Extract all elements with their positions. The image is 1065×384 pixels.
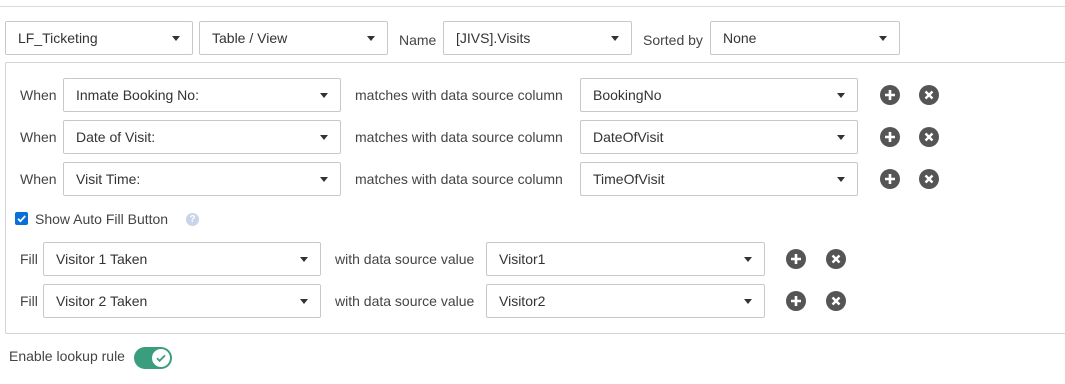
x-circle-icon bbox=[924, 132, 934, 142]
add-condition-button[interactable] bbox=[880, 127, 900, 147]
condition-field-value: Inmate Booking No: bbox=[76, 87, 199, 103]
condition-field-value: Date of Visit: bbox=[76, 129, 156, 145]
condition-column-select[interactable]: TimeOfVisit bbox=[580, 162, 858, 196]
checkmark-icon bbox=[156, 354, 166, 363]
question-circle-icon[interactable]: ? bbox=[186, 213, 199, 226]
x-circle-icon bbox=[924, 90, 934, 100]
chevron-down-icon bbox=[300, 299, 308, 304]
remove-fill-button[interactable] bbox=[826, 249, 846, 269]
condition-matches-label: matches with data source column bbox=[355, 171, 563, 187]
enable-lookup-rule-label: Enable lookup rule bbox=[9, 348, 125, 364]
condition-when-label: When bbox=[20, 129, 57, 145]
fill-label: Fill bbox=[20, 293, 38, 309]
top-divider bbox=[0, 6, 1065, 7]
sorted-by-select-value: None bbox=[723, 30, 757, 46]
remove-condition-button[interactable] bbox=[919, 127, 939, 147]
plus-circle-icon bbox=[885, 132, 895, 142]
name-label: Name bbox=[399, 32, 437, 48]
sorted-by-select[interactable]: None bbox=[710, 21, 900, 55]
checkmark-icon bbox=[17, 215, 26, 223]
plus-circle-icon bbox=[791, 254, 801, 264]
fill-field-value: Visitor 2 Taken bbox=[56, 293, 148, 309]
chevron-down-icon bbox=[320, 93, 328, 98]
add-condition-button[interactable] bbox=[880, 169, 900, 189]
repository-select[interactable]: LF_Ticketing bbox=[5, 21, 193, 55]
sorted-by-label: Sorted by bbox=[643, 32, 703, 48]
source-type-select[interactable]: Table / View bbox=[199, 21, 388, 55]
chevron-down-icon bbox=[320, 135, 328, 140]
chevron-down-icon bbox=[172, 36, 180, 41]
chevron-down-icon bbox=[837, 135, 845, 140]
repository-select-value: LF_Ticketing bbox=[18, 30, 98, 46]
x-circle-icon bbox=[831, 296, 841, 306]
condition-when-label: When bbox=[20, 87, 57, 103]
fill-field-value: Visitor 1 Taken bbox=[56, 251, 148, 267]
condition-matches-label: matches with data source column bbox=[355, 87, 563, 103]
remove-fill-button[interactable] bbox=[826, 291, 846, 311]
chevron-down-icon bbox=[320, 177, 328, 182]
x-circle-icon bbox=[831, 254, 841, 264]
chevron-down-icon bbox=[744, 257, 752, 262]
condition-when-label: When bbox=[20, 171, 57, 187]
plus-circle-icon bbox=[885, 90, 895, 100]
remove-condition-button[interactable] bbox=[919, 169, 939, 189]
fill-field-select[interactable]: Visitor 1 Taken bbox=[43, 242, 321, 276]
condition-field-select[interactable]: Date of Visit: bbox=[63, 120, 341, 154]
condition-column-value: TimeOfVisit bbox=[593, 171, 665, 187]
fill-value-select[interactable]: Visitor2 bbox=[486, 284, 765, 318]
fill-value-value: Visitor1 bbox=[499, 251, 546, 267]
condition-field-value: Visit Time: bbox=[76, 171, 141, 187]
add-condition-button[interactable] bbox=[880, 85, 900, 105]
fill-with-label: with data source value bbox=[335, 251, 475, 267]
plus-circle-icon bbox=[791, 296, 801, 306]
add-fill-button[interactable] bbox=[786, 249, 806, 269]
name-select[interactable]: [JIVS].Visits bbox=[443, 21, 632, 55]
source-type-select-value: Table / View bbox=[212, 30, 288, 46]
condition-field-select[interactable]: Inmate Booking No: bbox=[63, 78, 341, 112]
chevron-down-icon bbox=[837, 177, 845, 182]
fill-with-label: with data source value bbox=[335, 293, 475, 309]
fill-value-value: Visitor2 bbox=[499, 293, 546, 309]
condition-column-value: BookingNo bbox=[593, 87, 662, 103]
condition-column-select[interactable]: BookingNo bbox=[580, 78, 858, 112]
chevron-down-icon bbox=[611, 36, 619, 41]
show-autofill-checkbox[interactable] bbox=[15, 212, 28, 225]
enable-lookup-rule-toggle[interactable] bbox=[134, 347, 172, 369]
fill-field-select[interactable]: Visitor 2 Taken bbox=[43, 284, 321, 318]
chevron-down-icon bbox=[837, 93, 845, 98]
add-fill-button[interactable] bbox=[786, 291, 806, 311]
plus-circle-icon bbox=[885, 174, 895, 184]
condition-matches-label: matches with data source column bbox=[355, 129, 563, 145]
remove-condition-button[interactable] bbox=[919, 85, 939, 105]
chevron-down-icon bbox=[879, 36, 887, 41]
condition-column-value: DateOfVisit bbox=[593, 129, 664, 145]
chevron-down-icon bbox=[367, 36, 375, 41]
chevron-down-icon bbox=[744, 299, 752, 304]
fill-label: Fill bbox=[20, 251, 38, 267]
name-select-value: [JIVS].Visits bbox=[456, 30, 531, 46]
toggle-knob bbox=[152, 349, 170, 367]
show-autofill-label: Show Auto Fill Button bbox=[35, 211, 169, 227]
fill-value-select[interactable]: Visitor1 bbox=[486, 242, 765, 276]
x-circle-icon bbox=[924, 174, 934, 184]
chevron-down-icon bbox=[300, 257, 308, 262]
condition-field-select[interactable]: Visit Time: bbox=[63, 162, 341, 196]
condition-column-select[interactable]: DateOfVisit bbox=[580, 120, 858, 154]
